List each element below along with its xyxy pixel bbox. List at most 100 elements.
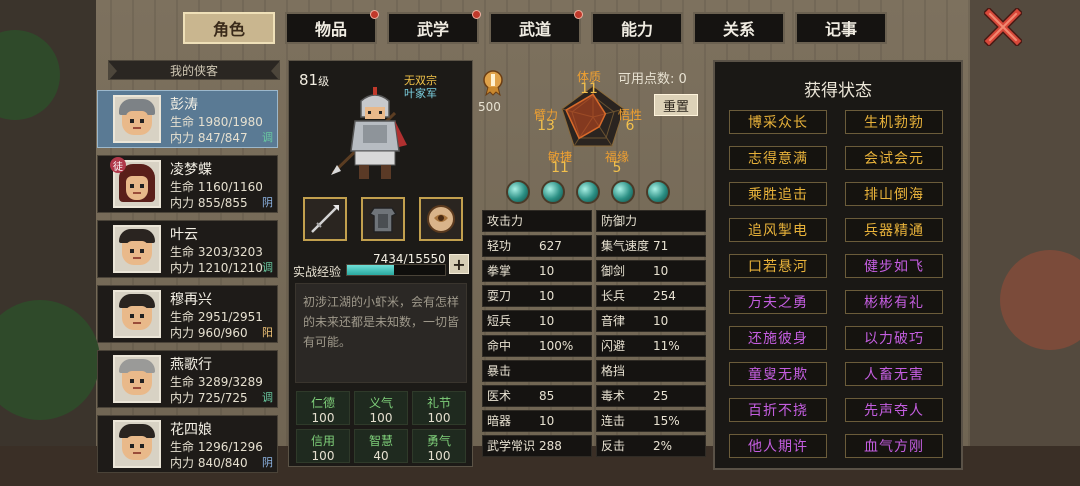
hero-mp: 内力 725/725 — [170, 391, 248, 405]
combat-stat: 短兵 10 — [482, 310, 592, 332]
combat-stat-name: 集气速度 — [601, 239, 650, 253]
tab-label: 关系 — [722, 20, 755, 39]
combat-stat-name: 连击 — [601, 414, 626, 428]
combat-row: 拳掌 10 御剑 10 — [482, 260, 710, 282]
level-value: 81 — [299, 71, 319, 89]
combat-stat-value: 11% — [653, 339, 680, 353]
combat-stat-value: 2% — [653, 439, 673, 453]
tab-martial-way[interactable]: 武道 — [489, 10, 583, 44]
status-chip[interactable]: 博采众长 — [729, 110, 827, 134]
virtue-cell: 智慧 40 — [354, 429, 408, 463]
status-chip[interactable]: 彬彬有礼 — [845, 290, 943, 314]
hero-mp: 内力 855/855 — [170, 196, 248, 210]
hero-mp: 内力 960/960 — [170, 326, 248, 340]
tab-label: 物品 — [314, 20, 347, 39]
status-chip[interactable]: 还施彼身 — [729, 326, 827, 350]
combat-stat: 连击 15% — [596, 410, 706, 432]
virtue-cell: 义气 100 — [354, 391, 408, 425]
character-bio: 初涉江湖的小虾米，会有怎样的未来还都是未知数，一切皆有可能。 — [295, 283, 467, 383]
notification-dot — [574, 10, 583, 19]
status-chip[interactable]: 生机勃勃 — [845, 110, 943, 134]
tab-items[interactable]: 物品 — [285, 10, 379, 44]
stat-agility-value: 11 — [551, 160, 569, 176]
combat-stat-name: 短兵 — [487, 314, 512, 328]
status-chip[interactable]: 排山倒海 — [845, 182, 943, 206]
combat-stat: 毒术 25 — [596, 385, 706, 407]
weapon-slot[interactable] — [303, 197, 347, 241]
hero-hp: 生命 1160/1160 — [170, 180, 263, 194]
hero-card[interactable]: 叶云 生命 3203/3203 内力 1210/1210 调 — [97, 220, 278, 278]
apprentice-badge: 徒 — [110, 157, 126, 173]
combat-stat-name: 命中 — [487, 339, 512, 353]
hero-name: 穆再兴 — [170, 292, 212, 308]
status-chip[interactable]: 会试会元 — [845, 146, 943, 170]
combat-stat-name: 反击 — [601, 439, 626, 453]
status-chip[interactable]: 乘胜追击 — [729, 182, 827, 206]
tab-abilities[interactable]: 能力 — [591, 12, 683, 44]
status-chip[interactable]: 他人期许 — [729, 434, 827, 458]
tab-character[interactable]: 角色 — [183, 12, 275, 44]
virtue-value: 100 — [311, 411, 335, 425]
tab-journal[interactable]: 记事 — [795, 12, 887, 44]
orb-slot[interactable] — [576, 180, 600, 204]
status-chip[interactable]: 血气方刚 — [845, 434, 943, 458]
status-chip[interactable]: 志得意满 — [729, 146, 827, 170]
orb-slot[interactable] — [541, 180, 565, 204]
combat-row: 攻击力3937+947防御力2509+1042 — [482, 210, 710, 248]
available-points: 可用点数: 0 — [618, 72, 687, 87]
hero-name: 凌梦蝶 — [170, 162, 212, 178]
stat-strength-value: 13 — [537, 118, 555, 134]
virtue-value: 100 — [427, 411, 451, 425]
hero-card[interactable]: 花四娘 生命 1296/1296 内力 840/840 阴 — [97, 415, 278, 473]
combat-stat-value: 254 — [653, 289, 676, 303]
virtue-label: 义气 — [368, 396, 393, 410]
hero-hp: 生命 3289/3289 — [170, 375, 263, 389]
reset-button[interactable]: 重置 — [654, 94, 698, 116]
tab-relations[interactable]: 关系 — [693, 12, 785, 44]
combat-stat: 暴击24%+11% — [482, 360, 592, 398]
close-button[interactable] — [982, 6, 1024, 48]
hero-card[interactable]: 彭涛 生命 1980/1980 内力 847/847 调 — [97, 90, 278, 148]
virtue-value: 100 — [311, 449, 335, 463]
hero-name: 彭涛 — [170, 97, 198, 113]
status-chip[interactable]: 百折不挠 — [729, 398, 827, 422]
hero-card[interactable]: 穆再兴 生命 2951/2951 内力 960/960 阳 — [97, 285, 278, 343]
add-exp-button[interactable]: + — [449, 254, 469, 274]
status-chip[interactable]: 万夫之勇 — [729, 290, 827, 314]
status-chip[interactable]: 童叟无欺 — [729, 362, 827, 386]
tab-label: 角色 — [212, 20, 245, 39]
stat-fortune-value: 5 — [612, 160, 622, 176]
status-chip[interactable]: 追风掣电 — [729, 218, 827, 242]
accessory-slot[interactable] — [419, 197, 463, 241]
combat-stat: 反击 2% — [596, 435, 706, 457]
exp-label: 实战经验 — [293, 265, 342, 279]
tab-martial-arts[interactable]: 武学 — [387, 10, 481, 44]
hero-card[interactable]: 燕歌行 生命 3289/3289 内力 725/725 调 — [97, 350, 278, 408]
hero-card[interactable]: 徒 凌梦蝶 生命 1160/1160 内力 855/855 阴 — [97, 155, 278, 213]
combat-stat-name: 毒术 — [601, 389, 626, 403]
status-chip[interactable]: 兵器精通 — [845, 218, 943, 242]
exp-bar-fill — [347, 265, 394, 275]
combat-row: 轻功 627 集气速度 71 — [482, 235, 710, 257]
combat-stat-name: 防御力 — [601, 214, 638, 228]
combat-stat-value: 10 — [539, 289, 555, 303]
status-chip[interactable]: 人畜无害 — [845, 362, 943, 386]
combat-row: 命中 100% 闪避 11% — [482, 335, 710, 357]
orb-slot[interactable] — [611, 180, 635, 204]
status-chip[interactable]: 健步如飞 — [845, 254, 943, 278]
armor-slot[interactable] — [361, 197, 405, 241]
status-chip[interactable]: 口若悬河 — [729, 254, 827, 278]
combat-stat: 闪避 11% — [596, 335, 706, 357]
virtue-value: 100 — [427, 449, 451, 463]
combat-stat: 拳掌 10 — [482, 260, 592, 282]
virtue-label: 礼节 — [426, 396, 451, 410]
hero-hp: 生命 2951/2951 — [170, 310, 263, 324]
virtue-grid: 仁德 100 义气 100 礼节 100 信用 100 智慧 40 勇气 100 — [296, 391, 466, 463]
combat-stat-value: 25 — [653, 389, 669, 403]
orb-slot[interactable] — [506, 180, 530, 204]
combat-stat-value: 10 — [539, 264, 555, 278]
status-chip[interactable]: 先声夺人 — [845, 398, 943, 422]
virtue-value: 40 — [373, 449, 389, 463]
status-chip[interactable]: 以力破巧 — [845, 326, 943, 350]
orb-slot[interactable] — [646, 180, 670, 204]
